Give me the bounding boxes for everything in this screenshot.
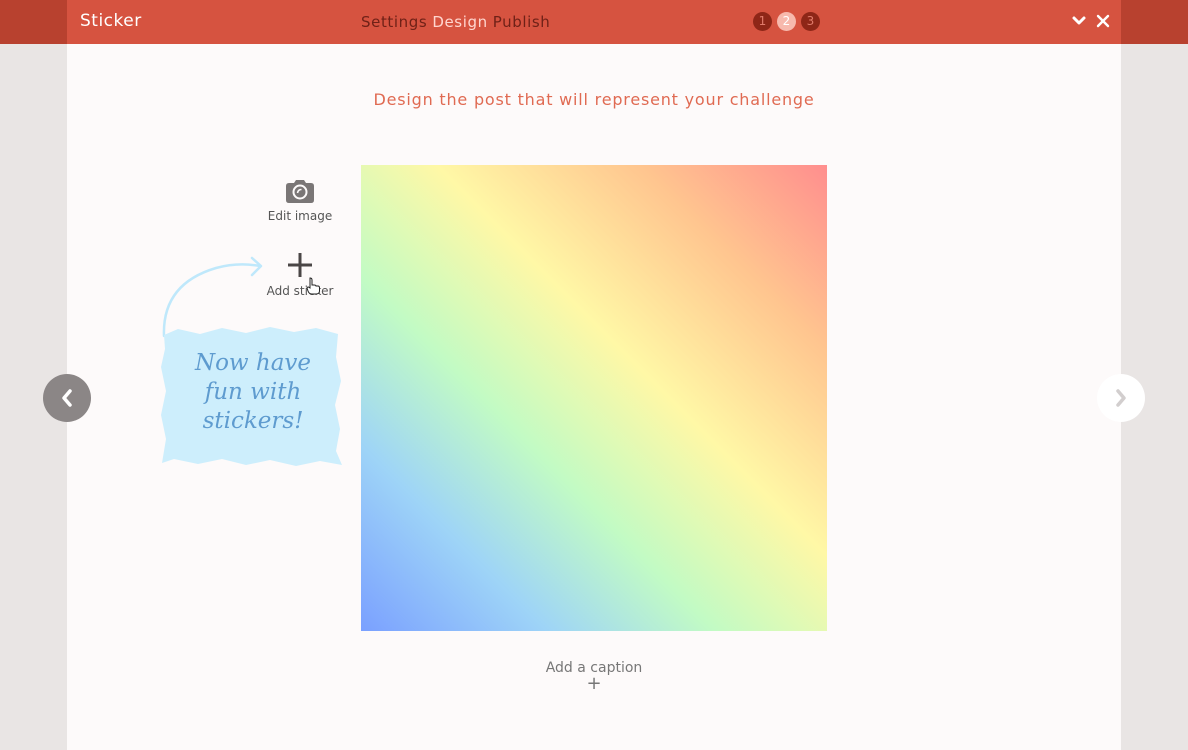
step-dot-2[interactable]: 2	[777, 12, 796, 31]
caption-plus-icon: +	[586, 673, 602, 694]
next-button[interactable]	[1097, 374, 1145, 422]
edit-image-button[interactable]: Edit image	[260, 178, 340, 223]
page-title: Design the post that will represent your…	[373, 90, 815, 109]
hand-cursor-icon	[306, 277, 320, 295]
top-bar: Sticker Settings Design Publish 1 2 3	[0, 0, 1188, 44]
add-sticker-button[interactable]: Add sticker	[260, 251, 340, 298]
step-dot-3[interactable]: 3	[801, 12, 820, 31]
tab-design[interactable]: Design	[432, 13, 487, 31]
post-canvas[interactable]	[361, 165, 827, 631]
sticker-hint-text: Now have fun with stickers!	[178, 349, 328, 436]
note-line: Now have	[194, 350, 312, 376]
app-title: Sticker	[80, 11, 142, 31]
step-indicator: 1 2 3	[753, 12, 820, 31]
tab-publish[interactable]: Publish	[493, 13, 551, 31]
previous-button[interactable]	[43, 374, 91, 422]
header: Sticker Settings Design Publish 1 2 3	[67, 0, 1121, 44]
note-line: stickers!	[202, 408, 304, 434]
camera-icon	[286, 180, 314, 203]
tab-settings[interactable]: Settings	[361, 13, 427, 31]
add-sticker-label: Add sticker	[266, 284, 334, 298]
sticker-hint-note: Now have fun with stickers!	[160, 325, 342, 467]
edit-image-label: Edit image	[267, 209, 333, 223]
step-tabs: Settings Design Publish	[361, 13, 555, 31]
step-dot-1[interactable]: 1	[753, 12, 772, 31]
close-icon[interactable]	[1094, 12, 1112, 30]
note-line: fun with	[204, 379, 302, 405]
chevron-right-icon	[1116, 389, 1126, 407]
plus-icon	[288, 253, 312, 277]
chevron-down-icon[interactable]	[1070, 12, 1088, 30]
add-caption-button[interactable]: Add a caption +	[494, 660, 694, 694]
chevron-left-icon	[62, 389, 72, 407]
